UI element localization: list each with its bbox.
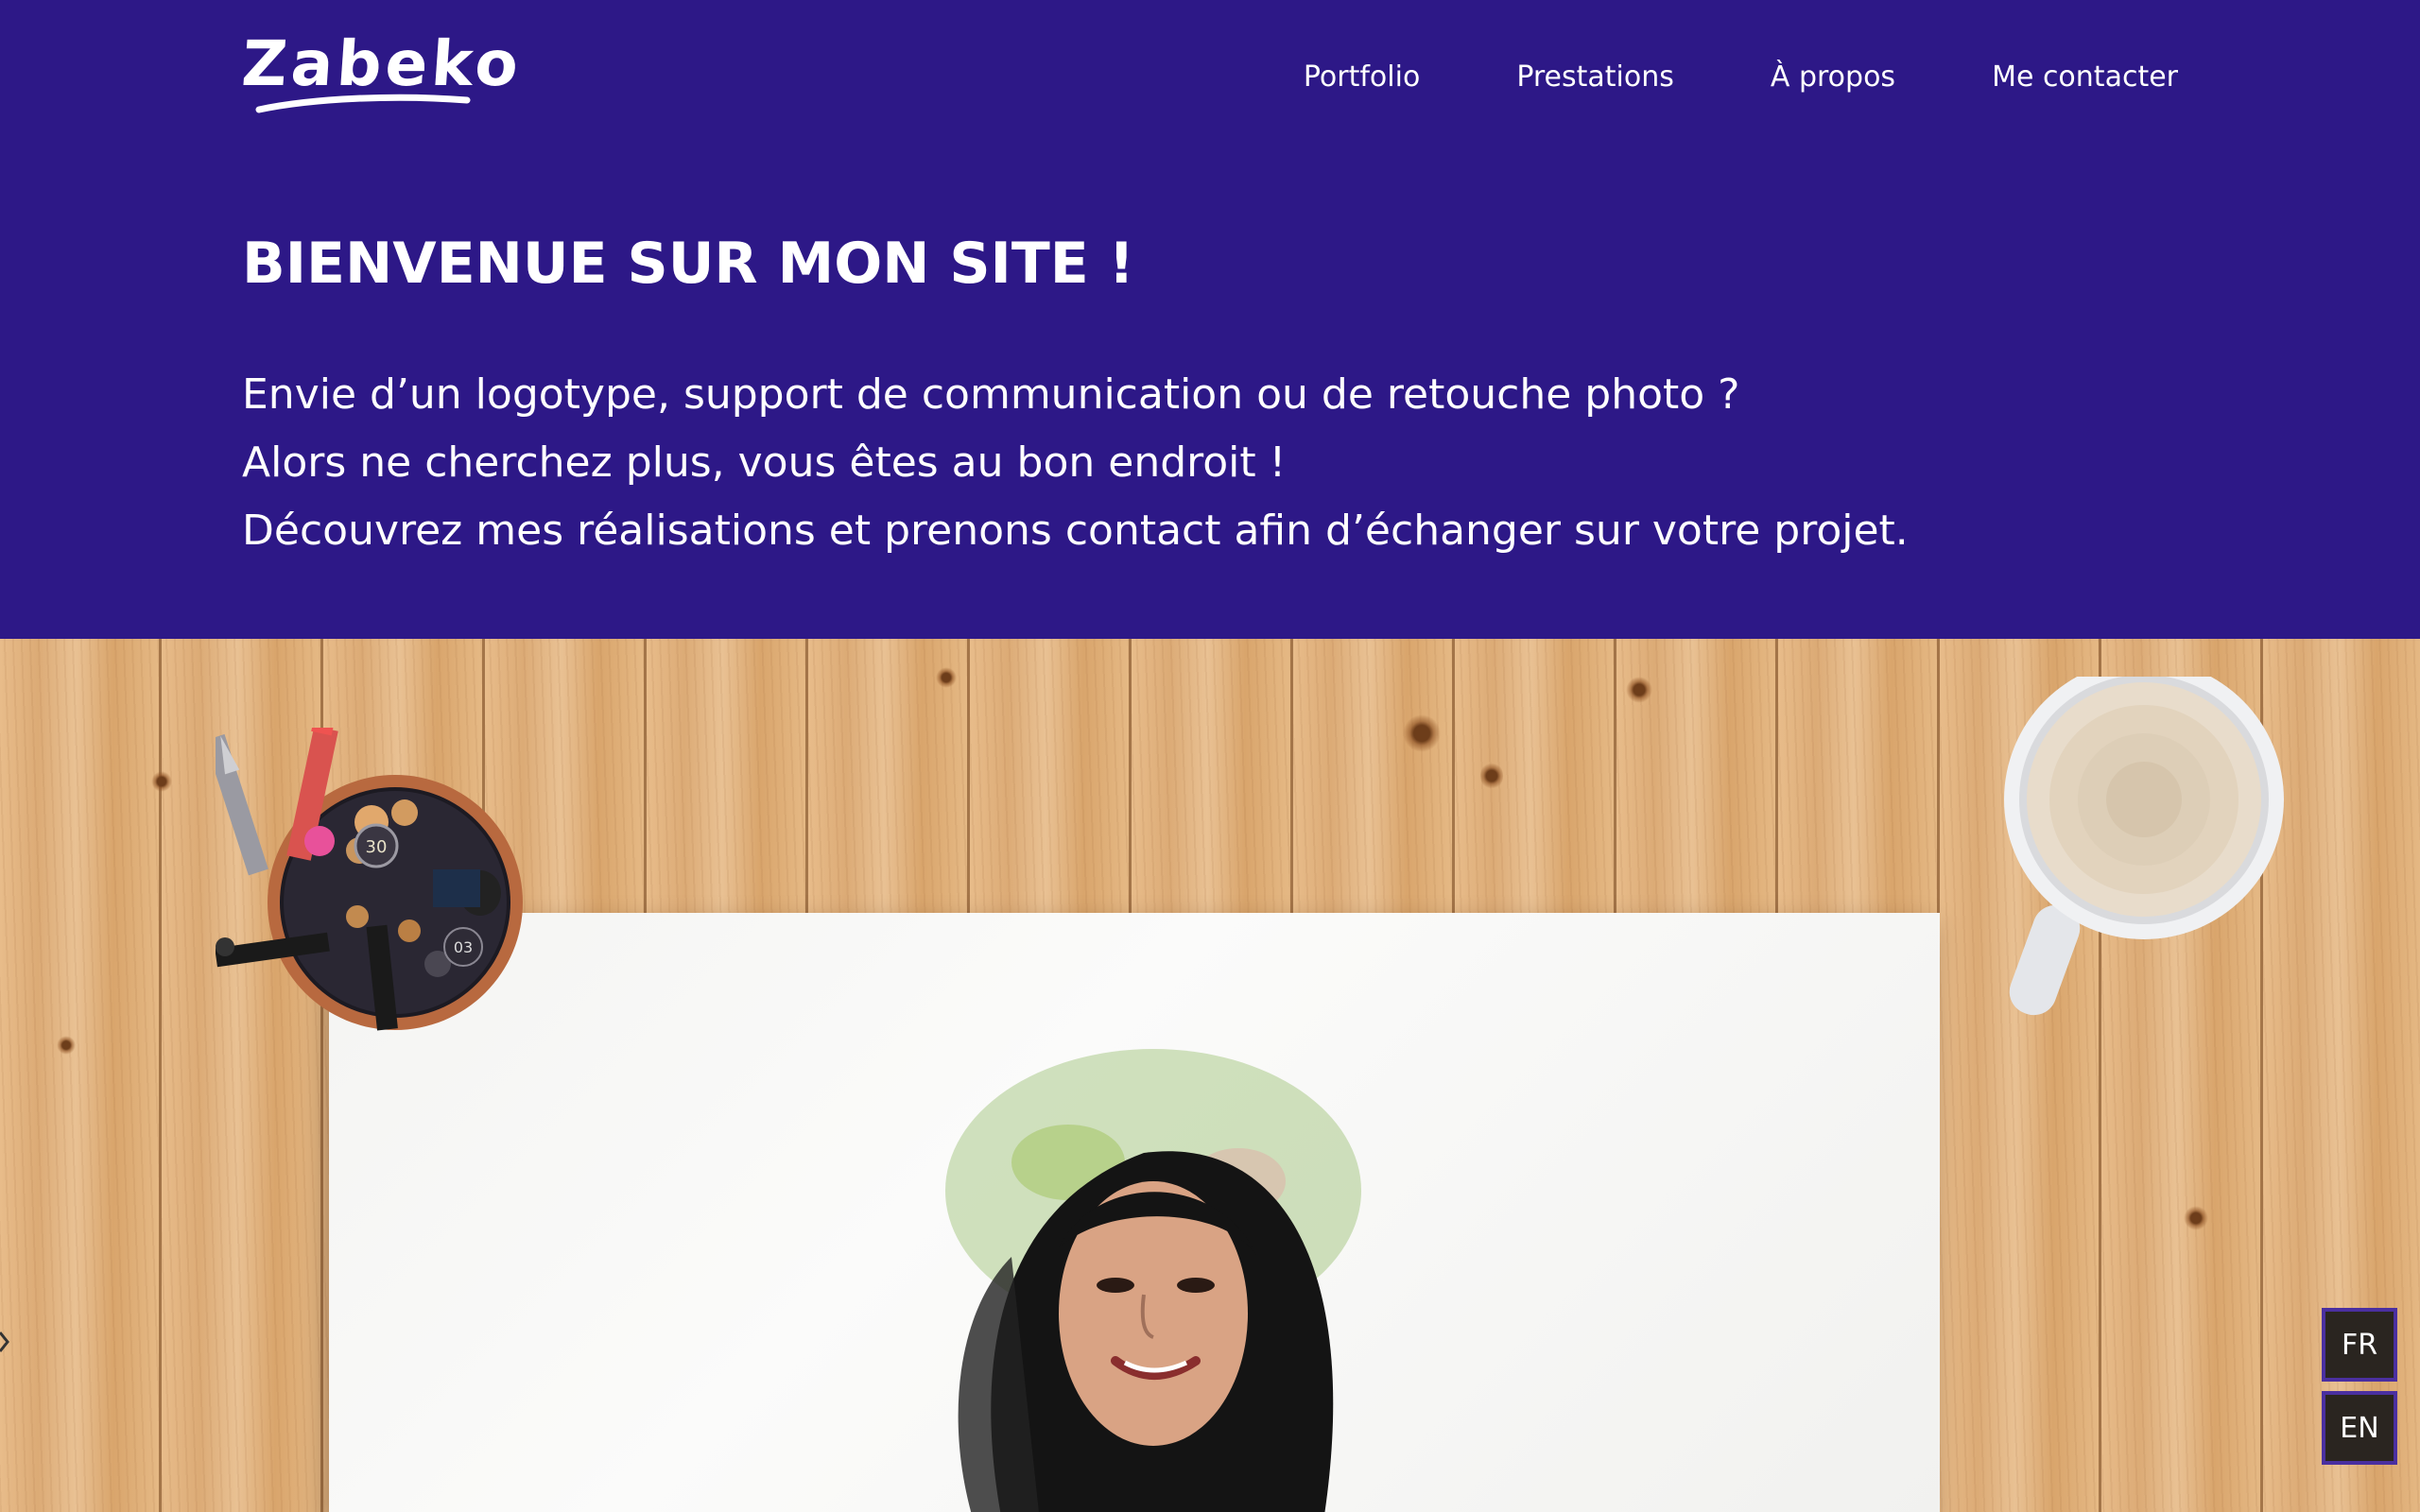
hero-intro: Envie d’un logotype, support de communic…: [242, 361, 2133, 565]
lang-en-button[interactable]: EN: [2322, 1391, 2397, 1465]
cup-number: 30: [366, 837, 388, 857]
page: Zabeko Portfolio Prestations À propos Me…: [0, 0, 2420, 1512]
wood-knot: [1480, 762, 1503, 790]
language-switcher: FR EN: [2322, 1308, 2397, 1465]
nav-me-contacter[interactable]: Me contacter: [1992, 60, 2178, 94]
wood-knot: [1626, 677, 1652, 703]
hero-band: Zabeko Portfolio Prestations À propos Me…: [0, 0, 2420, 639]
wood-knot: [57, 1036, 76, 1055]
nav-prestations[interactable]: Prestations: [1516, 60, 1674, 94]
main-nav: Portfolio Prestations À propos Me contac…: [1304, 53, 2178, 100]
cup-number: 03: [454, 938, 473, 956]
hero-line: Alors ne cherchez plus, vous êtes au bon…: [242, 438, 1287, 487]
hero-line: Envie d’un logotype, support de communic…: [242, 370, 1740, 419]
hero-title: BIENVENUE SUR MON SITE !: [242, 231, 1135, 297]
logo-swoosh-icon: [255, 94, 471, 113]
wood-knot: [1403, 714, 1441, 752]
hero-line: Découvrez mes réalisations et prenons co…: [242, 507, 1909, 555]
site-logo[interactable]: Zabeko: [239, 26, 525, 117]
wood-knot: [2184, 1206, 2208, 1230]
nav-portfolio[interactable]: Portfolio: [1304, 60, 1420, 94]
pencil-cup-icon: 30 03: [216, 728, 523, 1031]
lang-fr-button[interactable]: FR: [2322, 1308, 2397, 1382]
edge-arrow-icon: [0, 1332, 9, 1352]
wood-knot: [151, 771, 172, 792]
wood-knot: [936, 667, 957, 688]
sketch-portrait-image: [945, 1049, 1361, 1512]
nav-a-propos[interactable]: À propos: [1771, 60, 1895, 94]
coffee-cup-icon: [2004, 677, 2284, 1016]
